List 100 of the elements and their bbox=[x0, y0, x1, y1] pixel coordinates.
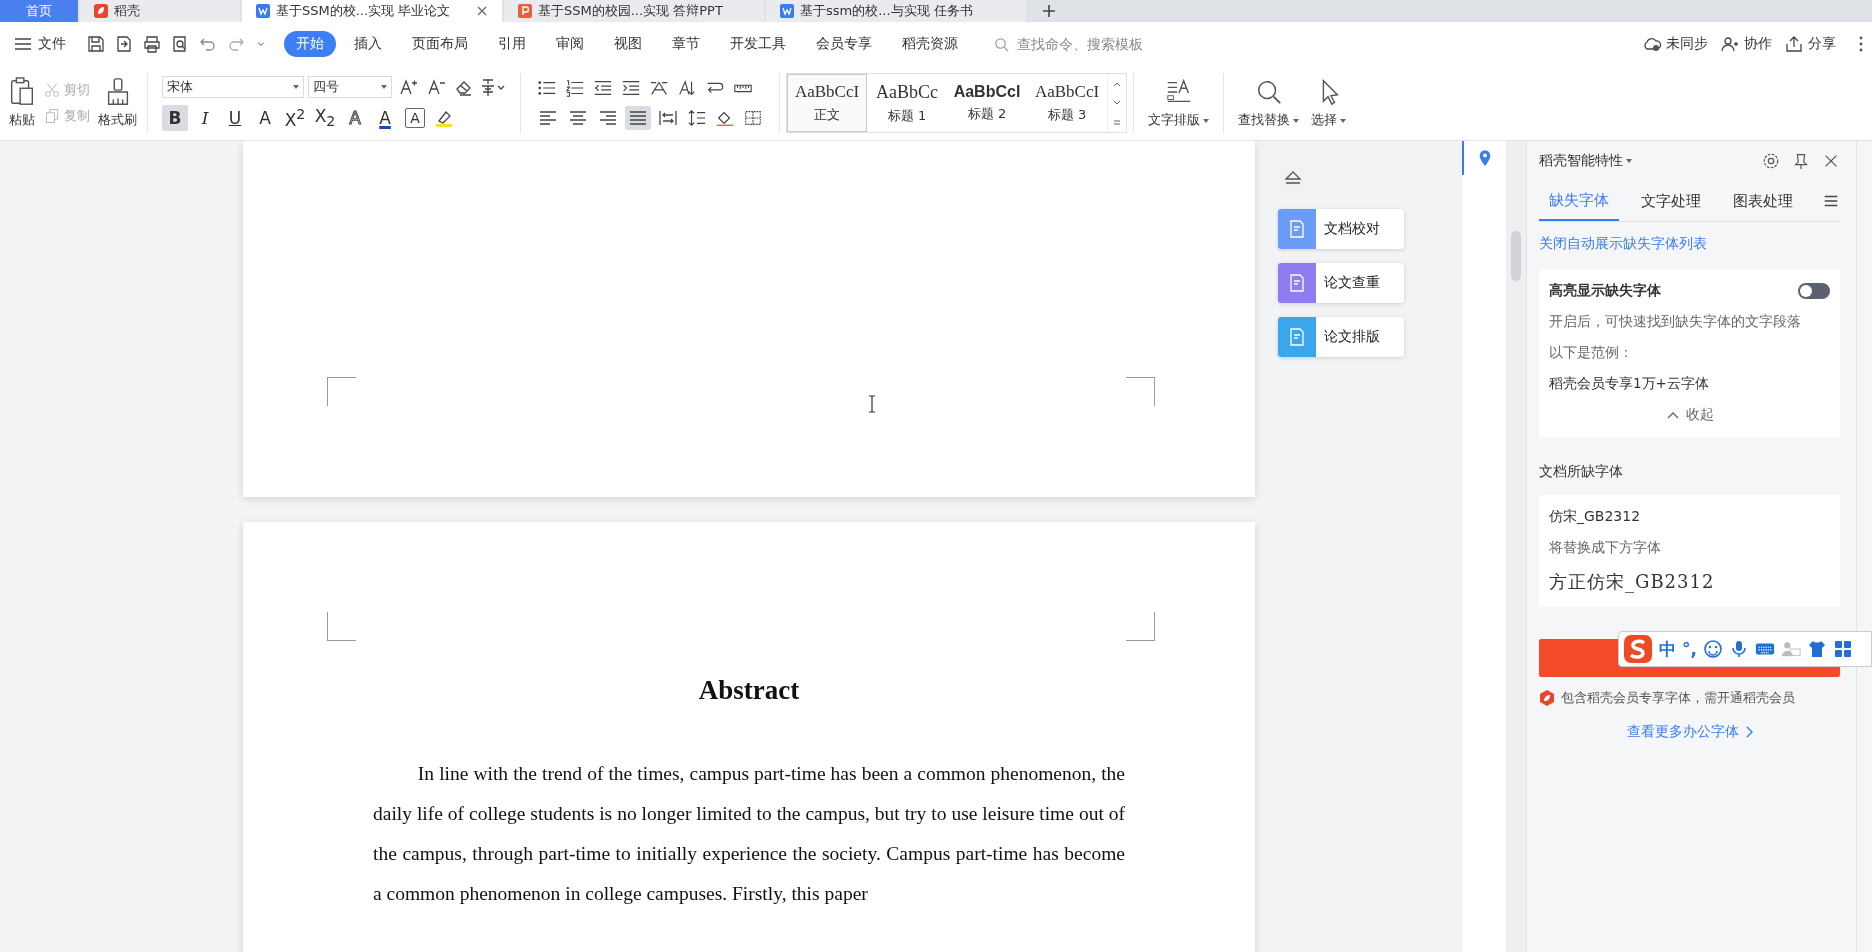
panel-tab[interactable]: 图表处理 bbox=[1723, 181, 1803, 221]
margin-corner-mark bbox=[1126, 377, 1155, 406]
close-icon[interactable] bbox=[476, 5, 488, 17]
ribbon-tab[interactable]: 引用 bbox=[486, 31, 538, 57]
search-icon bbox=[994, 36, 1009, 52]
description-text: 开启后，可快速找到缺失字体的文字段落 bbox=[1549, 313, 1802, 331]
member-note: 包含稻壳会员专享字体，需开通稻壳会员 bbox=[1561, 689, 1795, 707]
panel-tab[interactable]: 文字处理 bbox=[1631, 181, 1711, 221]
floating-tool-button[interactable]: 论文查重 bbox=[1278, 263, 1404, 303]
document-tab[interactable]: 首页 bbox=[0, 0, 78, 22]
vertical-scrollbar[interactable] bbox=[1506, 141, 1526, 952]
align-lines-icon bbox=[598, 109, 618, 127]
leaf-logo-icon bbox=[94, 4, 108, 18]
save-icon[interactable] bbox=[86, 34, 106, 54]
disable-auto-show-link[interactable]: 关闭自动展示缺失字体列表 bbox=[1539, 235, 1840, 253]
ribbon-tab[interactable]: 开始 bbox=[284, 31, 336, 57]
collaborate-button[interactable]: 协作 bbox=[1720, 35, 1772, 53]
member-badge-icon bbox=[1539, 689, 1555, 707]
pinyin-guide-icon[interactable] bbox=[480, 77, 506, 97]
text-format-button[interactable]: X$^{2}$ bbox=[282, 105, 308, 131]
share-button[interactable]: 分享 bbox=[1784, 35, 1836, 53]
example-text: 稻壳会员专享1万+云字体 bbox=[1549, 375, 1710, 393]
scissors-icon bbox=[44, 82, 60, 98]
punctuation-mode-indicator[interactable]: °, bbox=[1682, 639, 1697, 659]
ribbon-tab[interactable]: 稻壳资源 bbox=[890, 31, 970, 57]
font-name-dropdown[interactable]: 宋体 bbox=[162, 76, 304, 98]
document-icon bbox=[1287, 219, 1307, 239]
smiley-icon[interactable] bbox=[1702, 639, 1723, 659]
command-search-field[interactable]: 查找命令、搜索模板 bbox=[988, 31, 1175, 57]
text-format-button[interactable]: A bbox=[342, 105, 368, 131]
ribbon-tab[interactable]: 视图 bbox=[602, 31, 654, 57]
select-button[interactable]: 选择 bbox=[1307, 75, 1350, 131]
floating-tool-button[interactable]: 论文排版 bbox=[1278, 317, 1404, 357]
cloud-icon bbox=[1642, 36, 1662, 52]
document-letter-icon bbox=[780, 4, 794, 18]
panel-title-dropdown[interactable]: 稻壳智能特性 bbox=[1539, 152, 1632, 170]
text-format-button[interactable]: A bbox=[372, 105, 398, 131]
more-vertical-icon[interactable] bbox=[1858, 34, 1864, 54]
file-menu-button[interactable]: 文件 bbox=[8, 31, 72, 57]
text-format-button[interactable]: A bbox=[252, 105, 278, 131]
print-icon[interactable] bbox=[142, 34, 162, 54]
ribbon-tab[interactable]: 开发工具 bbox=[718, 31, 798, 57]
format-painter-button[interactable]: 格式刷 bbox=[94, 75, 141, 131]
menu-icon bbox=[14, 37, 32, 51]
ribbon-tab[interactable]: 审阅 bbox=[544, 31, 596, 57]
document-tab[interactable]: 稻壳 bbox=[80, 0, 240, 22]
text-format-button[interactable]: X$_{2}$ bbox=[312, 105, 338, 131]
paste-button[interactable]: 粘贴 bbox=[4, 75, 40, 131]
style-preset[interactable]: AaBbCcI 标题 3 bbox=[1027, 74, 1107, 132]
location-pin-icon bbox=[1478, 149, 1492, 167]
export-icon[interactable] bbox=[114, 34, 134, 54]
document-tab[interactable]: 基于SSM的校...实现 毕业论文 bbox=[242, 0, 502, 22]
font-size-dropdown[interactable]: 四号 bbox=[308, 76, 392, 98]
more-fonts-link[interactable]: 查看更多办公字体 bbox=[1626, 723, 1753, 741]
copy-icon bbox=[44, 108, 60, 124]
ribbon-tab[interactable]: 页面布局 bbox=[400, 31, 480, 57]
share-icon bbox=[1784, 36, 1804, 52]
document-letter-icon bbox=[256, 4, 270, 18]
replacement-note: 将替换成下方字体 bbox=[1549, 539, 1662, 557]
input-mode-indicator[interactable]: 中 bbox=[1659, 637, 1676, 661]
ribbon-tab[interactable]: 章节 bbox=[660, 31, 712, 57]
highlight-setting-label: 高亮显示缺失字体 bbox=[1549, 282, 1661, 300]
find-replace-button[interactable]: 查找替换 bbox=[1230, 75, 1307, 131]
document-tab[interactable]: 基于ssm的校...与实现 任务书 bbox=[766, 0, 1026, 22]
text-format-button[interactable]: U bbox=[222, 105, 248, 131]
align-lines-icon bbox=[538, 109, 558, 127]
text-format-button[interactable]: I bbox=[192, 105, 218, 131]
paragraph-align-button[interactable] bbox=[625, 106, 651, 130]
missing-fonts-heading: 文档所缺字体 bbox=[1539, 463, 1624, 481]
style-preset[interactable]: AaBbCc 标题 1 bbox=[867, 74, 947, 132]
ribbon-tab[interactable]: 会员专享 bbox=[804, 31, 884, 57]
align-lines-icon bbox=[628, 109, 648, 127]
toggle-switch[interactable] bbox=[1798, 283, 1830, 299]
add-person-icon bbox=[1720, 36, 1740, 52]
text-layout-button[interactable]: 文字排版 bbox=[1140, 75, 1217, 131]
scroll-down-icon[interactable] bbox=[1112, 99, 1122, 107]
chevron-right-icon bbox=[1744, 726, 1753, 738]
sync-status-button[interactable]: 未同步 bbox=[1642, 35, 1708, 53]
text-format-button[interactable]: B bbox=[162, 105, 188, 131]
abstract-paragraph: In line with the trend of the times, campus part-time has been a common phenomenon, the daily life of college students is no longer limited to the campus, but try to use leisure time out of the campus, through part-time to initially experience the society. Campus part-time has become a common phenomenon in college campuses. Firstly, this paper bbox=[373, 762, 1125, 906]
new-tab-plus-icon[interactable] bbox=[1042, 4, 1056, 18]
pin-icon[interactable] bbox=[1792, 152, 1810, 170]
clipboard-icon bbox=[8, 77, 36, 107]
replacement-font-name: 方正仿宋_GB2312 bbox=[1549, 570, 1716, 594]
missing-font-name: 仿宋_GB2312 bbox=[1549, 508, 1642, 526]
document-tab[interactable]: 基于SSM的校园...实现 答辩PPT bbox=[504, 0, 764, 22]
style-preset[interactable]: AaBbCcl 标题 2 bbox=[947, 74, 1027, 132]
floating-tool-button[interactable]: 文档校对 bbox=[1278, 209, 1404, 249]
document-icon bbox=[1287, 273, 1307, 293]
text-format-button[interactable]: A bbox=[405, 108, 425, 128]
abstract-heading: Abstract bbox=[697, 675, 801, 706]
settings-icon[interactable] bbox=[1762, 152, 1780, 170]
example-label: 以下是范例： bbox=[1549, 344, 1634, 362]
ime-logo-icon[interactable] bbox=[1623, 634, 1653, 664]
ribbon-tab[interactable]: 插入 bbox=[342, 31, 394, 57]
panel-tab[interactable]: 缺失字体 bbox=[1539, 181, 1619, 221]
style-preset[interactable]: AaBbCcI 正文 bbox=[787, 74, 867, 132]
grid-apps-icon[interactable] bbox=[1832, 639, 1853, 659]
align-lines-icon bbox=[568, 109, 588, 127]
collapse-button[interactable]: 收起 bbox=[1665, 406, 1714, 424]
